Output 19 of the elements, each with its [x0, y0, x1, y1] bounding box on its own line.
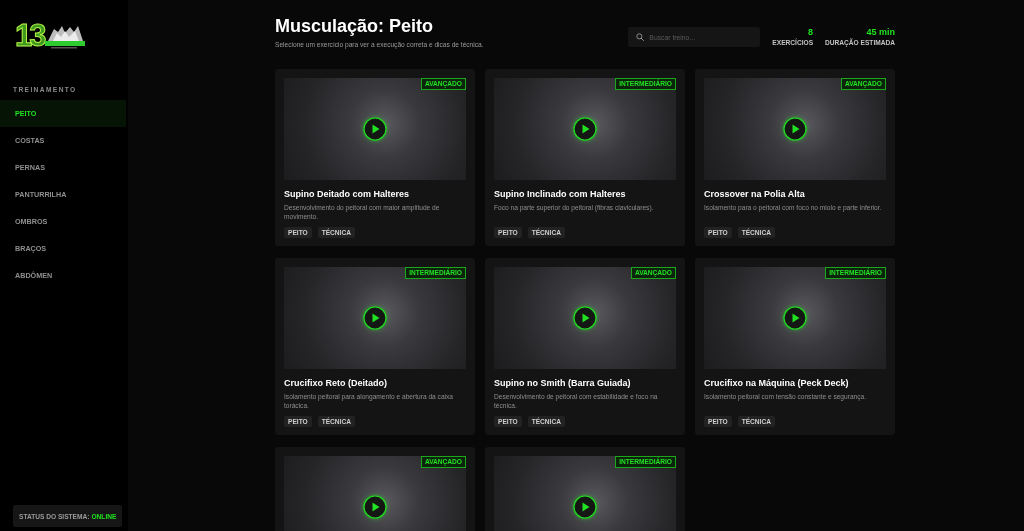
search-icon: [636, 33, 645, 41]
play-icon[interactable]: [783, 306, 807, 330]
exercise-title: Supino Inclinado com Halteres: [494, 189, 627, 200]
exercise-title: Supino Deitado com Halteres: [284, 189, 411, 200]
exercise-title: Crucifixo na Máquina (Peck Deck): [704, 378, 850, 389]
play-icon[interactable]: [363, 306, 387, 330]
stat-value: 45 min: [866, 27, 895, 38]
play-icon[interactable]: [363, 117, 387, 141]
logo-text: 13: [15, 20, 44, 52]
exercise-title: Crucifixo Reto (Deitado): [284, 378, 388, 389]
play-icon[interactable]: [573, 306, 597, 330]
stat-value: 8: [808, 27, 814, 38]
play-icon[interactable]: [573, 495, 597, 519]
page-title: Musculação: Peito: [275, 15, 435, 37]
play-icon[interactable]: [573, 117, 597, 141]
exercise-title: Crossover na Polia Alta: [704, 189, 806, 200]
play-icon[interactable]: [783, 117, 807, 141]
play-icon[interactable]: [363, 495, 387, 519]
exercise-title: Supino no Smith (Barra Guiada): [494, 378, 632, 389]
